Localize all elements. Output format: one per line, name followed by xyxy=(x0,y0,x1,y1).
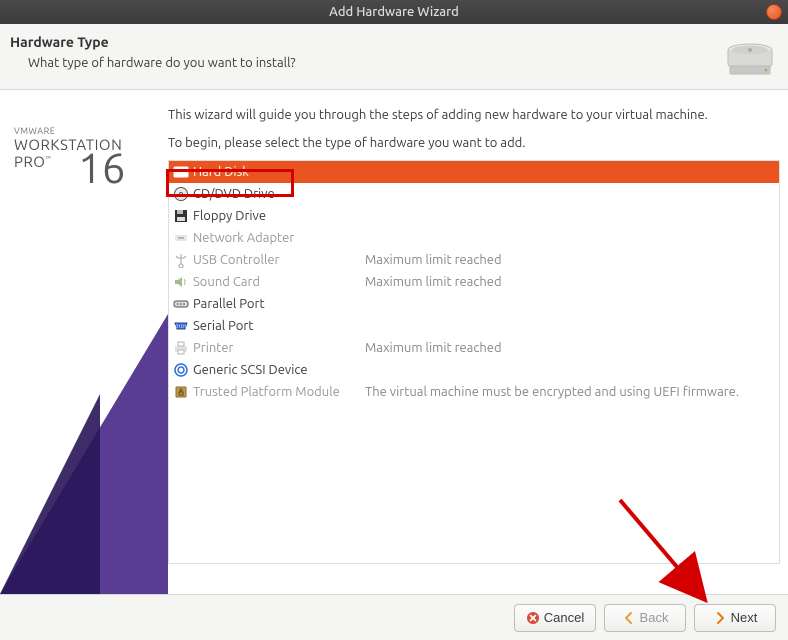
wizard-content: This wizard will guide you through the s… xyxy=(168,90,788,594)
hardware-item-label: CD/DVD Drive xyxy=(193,187,365,201)
titlebar: Add Hardware Wizard xyxy=(0,0,788,24)
back-button[interactable]: Back xyxy=(604,604,686,632)
hardware-item-sound-card: Sound CardMaximum limit reached xyxy=(169,271,779,293)
cd-icon xyxy=(173,186,189,202)
wizard-header: Hardware Type What type of hardware do y… xyxy=(0,24,788,90)
scsi-icon xyxy=(173,362,189,378)
hardware-item-hard-disk[interactable]: Hard Disk xyxy=(169,161,779,183)
cancel-icon xyxy=(526,611,540,625)
hardware-item-label: Trusted Platform Module xyxy=(193,385,365,399)
hardware-item-label: Serial Port xyxy=(193,319,365,333)
back-label: Back xyxy=(640,610,669,625)
wizard-sidebar: VMWARE WORKSTATION PRO™ 16 xyxy=(0,90,168,594)
hardware-item-generic-scsi-device[interactable]: Generic SCSI Device xyxy=(169,359,779,381)
hardware-item-label: Floppy Drive xyxy=(193,209,365,223)
next-label: Next xyxy=(731,610,758,625)
hardware-icon xyxy=(726,38,774,78)
parallel-icon xyxy=(173,296,189,312)
hardware-item-trusted-platform-module: Trusted Platform ModuleThe virtual machi… xyxy=(169,381,779,403)
brand-line1: VMWARE xyxy=(14,126,122,136)
brand-version: 16 xyxy=(78,144,125,191)
hardware-item-note: Maximum limit reached xyxy=(365,253,502,267)
usb-icon xyxy=(173,252,189,268)
hardware-item-network-adapter: Network Adapter xyxy=(169,227,779,249)
intro-text-2: To begin, please select the type of hard… xyxy=(168,136,780,150)
hardware-item-label: USB Controller xyxy=(193,253,365,267)
chevron-left-icon xyxy=(622,611,636,625)
hdd-icon xyxy=(173,164,189,180)
window-title: Add Hardware Wizard xyxy=(329,5,459,19)
hardware-item-parallel-port[interactable]: Parallel Port xyxy=(169,293,779,315)
hardware-item-label: Generic SCSI Device xyxy=(193,363,365,377)
serial-icon: 0101 xyxy=(173,318,189,334)
window-close-button[interactable] xyxy=(766,4,782,20)
brand-line3: PRO™ xyxy=(14,153,51,170)
header-title: Hardware Type xyxy=(10,34,774,50)
hardware-item-printer: PrinterMaximum limit reached xyxy=(169,337,779,359)
printer-icon xyxy=(173,340,189,356)
hardware-item-note: Maximum limit reached xyxy=(365,341,502,355)
hardware-item-label: Network Adapter xyxy=(193,231,365,245)
chevron-right-icon xyxy=(713,611,727,625)
network-icon xyxy=(173,230,189,246)
cancel-label: Cancel xyxy=(544,610,584,625)
hardware-item-serial-port[interactable]: 0101 Serial Port xyxy=(169,315,779,337)
branding: VMWARE WORKSTATION PRO™ 16 xyxy=(14,126,122,170)
intro-text-1: This wizard will guide you through the s… xyxy=(168,108,780,122)
hardware-item-label: Sound Card xyxy=(193,275,365,289)
hardware-item-note: The virtual machine must be encrypted an… xyxy=(365,385,739,399)
sound-icon xyxy=(173,274,189,290)
hardware-item-usb-controller: USB ControllerMaximum limit reached xyxy=(169,249,779,271)
next-button[interactable]: Next xyxy=(694,604,776,632)
hardware-item-cd-dvd-drive[interactable]: CD/DVD Drive xyxy=(169,183,779,205)
hardware-item-floppy-drive[interactable]: Floppy Drive xyxy=(169,205,779,227)
tpm-icon xyxy=(173,384,189,400)
hardware-item-note: Maximum limit reached xyxy=(365,275,502,289)
hardware-item-label: Printer xyxy=(193,341,365,355)
wizard-footer: Cancel Back Next xyxy=(0,594,788,640)
hardware-item-label: Hard Disk xyxy=(193,165,365,179)
hardware-type-list[interactable]: Hard Disk CD/DVD Drive Floppy Drive Network… xyxy=(168,160,780,564)
svg-text:0101: 0101 xyxy=(175,323,186,329)
header-subtitle: What type of hardware do you want to ins… xyxy=(28,56,774,70)
hardware-item-label: Parallel Port xyxy=(193,297,365,311)
floppy-icon xyxy=(173,208,189,224)
cancel-button[interactable]: Cancel xyxy=(514,604,596,632)
